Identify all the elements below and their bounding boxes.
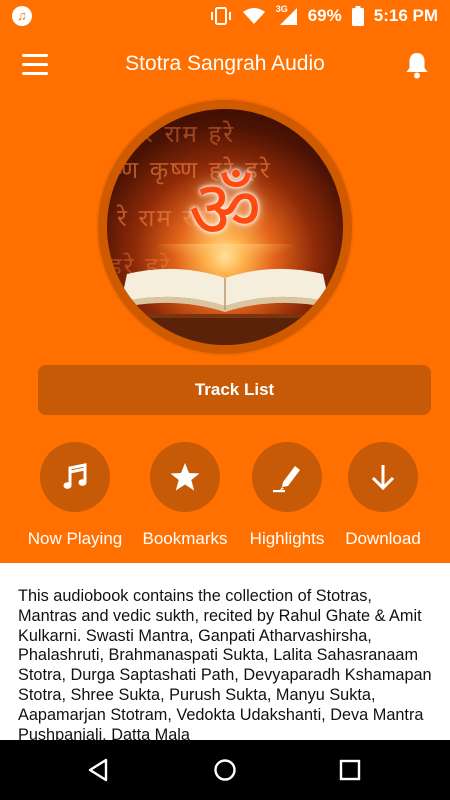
battery-icon bbox=[351, 6, 364, 26]
now-playing-button[interactable]: Now Playing bbox=[25, 442, 125, 549]
star-icon bbox=[170, 463, 200, 491]
back-icon[interactable] bbox=[84, 755, 114, 785]
clock: 5:16 PM bbox=[373, 6, 438, 25]
home-icon[interactable] bbox=[210, 755, 240, 785]
om-symbol: ॐ bbox=[188, 163, 262, 256]
track-list-button[interactable]: Track List bbox=[38, 365, 431, 415]
vibrate-icon bbox=[210, 7, 231, 25]
system-navigation-bar bbox=[0, 740, 450, 800]
download-label: Download bbox=[345, 529, 421, 548]
app-bar: Stotra Sangrah Audio bbox=[0, 32, 450, 100]
open-book-image bbox=[107, 244, 343, 345]
app-title: Stotra Sangrah Audio bbox=[125, 52, 325, 75]
artwork-script-line: रे राम हरे bbox=[143, 120, 236, 148]
notification-bell-icon[interactable] bbox=[402, 50, 432, 80]
highlighter-icon bbox=[273, 466, 300, 493]
music-note-icon bbox=[63, 463, 87, 489]
download-button[interactable]: Download bbox=[333, 442, 433, 549]
now-playing-label: Now Playing bbox=[27, 529, 123, 548]
album-art-frame: रे राम हरे ष्ण कृष्ण हरे हरे रे राम राम … bbox=[98, 100, 352, 354]
wifi-icon bbox=[242, 8, 265, 24]
bookmarks-button[interactable]: Bookmarks bbox=[135, 442, 235, 549]
download-arrow-icon bbox=[371, 465, 395, 491]
highlights-button[interactable]: Highlights bbox=[237, 442, 337, 549]
battery-percent: 69% bbox=[307, 6, 342, 25]
status-bar: ♫ 3G 69% 5:16 PM bbox=[0, 0, 450, 32]
music-notification-icon: ♫ bbox=[12, 6, 32, 26]
bookmarks-label: Bookmarks bbox=[142, 529, 228, 548]
description-text: This audiobook contains the collection o… bbox=[18, 587, 432, 740]
status-indicators: 3G 69% 5:16 PM bbox=[210, 0, 438, 32]
description-panel[interactable]: This audiobook contains the collection o… bbox=[0, 563, 450, 740]
signal-icon: 3G bbox=[276, 4, 298, 26]
album-art: रे राम हरे ष्ण कृष्ण हरे हरे रे राम राम … bbox=[107, 109, 343, 345]
highlights-label: Highlights bbox=[249, 529, 325, 548]
recents-icon[interactable] bbox=[335, 755, 365, 785]
